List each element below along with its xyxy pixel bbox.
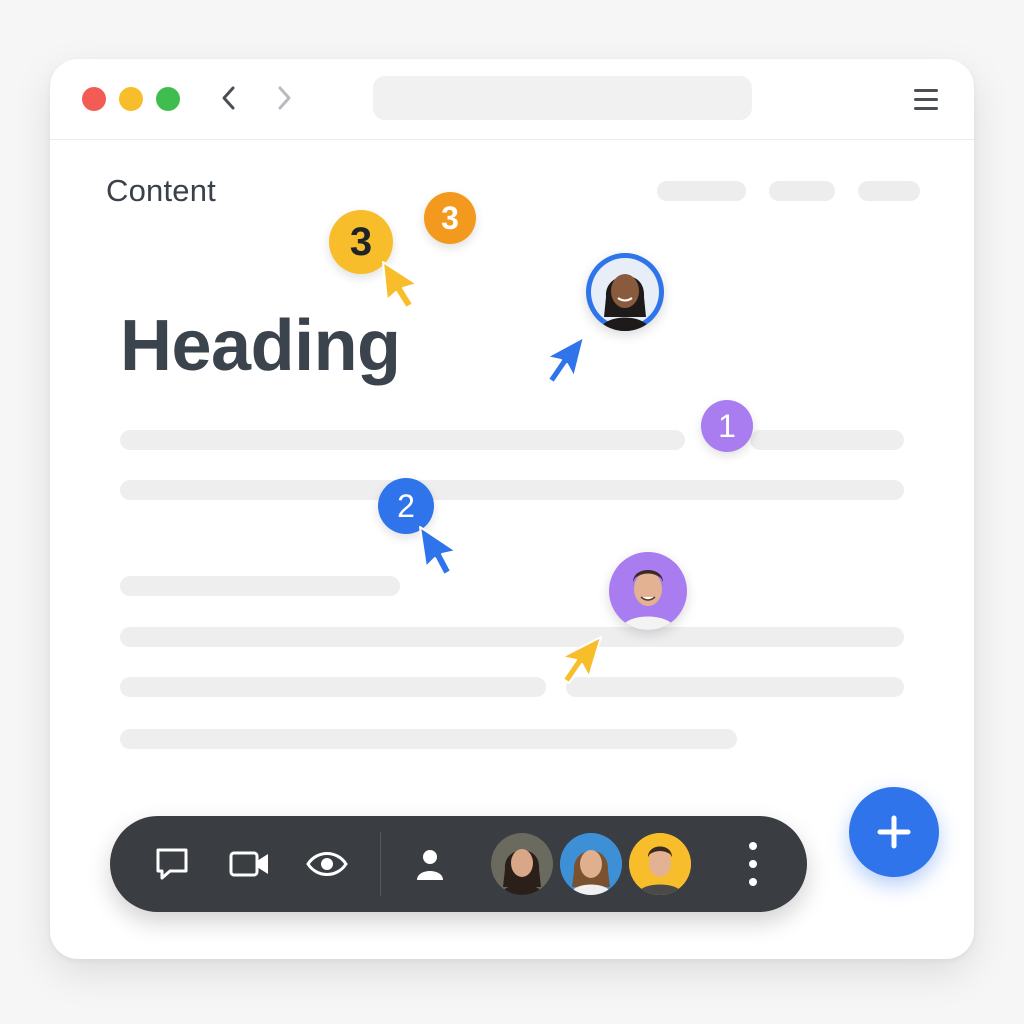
chevron-right-icon bbox=[278, 86, 291, 110]
collaborator-avatar[interactable] bbox=[609, 552, 687, 630]
maximize-window-button[interactable] bbox=[156, 87, 180, 111]
eye-icon bbox=[306, 852, 348, 876]
forward-button[interactable] bbox=[267, 81, 301, 115]
browser-window: Content Heading 3 3 1 2 bbox=[50, 59, 974, 959]
hamburger-menu-icon bbox=[914, 89, 938, 92]
nav-placeholder-3[interactable] bbox=[858, 181, 920, 201]
back-button[interactable] bbox=[212, 81, 246, 115]
chat-bubble-icon bbox=[156, 848, 188, 880]
man-avatar bbox=[614, 557, 682, 630]
participant-avatar[interactable] bbox=[629, 833, 691, 895]
more-vertical-icon bbox=[749, 842, 757, 850]
text-line bbox=[120, 729, 737, 749]
text-line bbox=[566, 677, 904, 697]
text-line bbox=[120, 576, 400, 596]
nav-placeholder-2[interactable] bbox=[769, 181, 835, 201]
text-line bbox=[120, 480, 904, 500]
pointer-cursor-icon bbox=[419, 526, 457, 576]
add-button[interactable] bbox=[849, 787, 939, 877]
page-heading: Heading bbox=[120, 306, 401, 386]
text-line bbox=[120, 677, 546, 697]
title-bar bbox=[50, 59, 974, 140]
chevron-left-icon bbox=[222, 86, 235, 110]
text-line bbox=[750, 430, 904, 450]
menu-button[interactable] bbox=[908, 83, 944, 115]
text-line bbox=[120, 430, 685, 450]
content-label: Content bbox=[106, 173, 216, 208]
participant-2 bbox=[560, 833, 622, 895]
plus-icon bbox=[877, 815, 911, 849]
participants-button[interactable] bbox=[408, 842, 452, 886]
video-camera-icon bbox=[229, 851, 268, 877]
participant-1 bbox=[491, 833, 553, 895]
minimize-window-button[interactable] bbox=[119, 87, 143, 111]
participant-avatar[interactable] bbox=[491, 833, 553, 895]
chat-button[interactable] bbox=[150, 842, 194, 886]
close-window-button[interactable] bbox=[82, 87, 106, 111]
nav-placeholder-1[interactable] bbox=[657, 181, 746, 201]
person-icon bbox=[417, 850, 443, 880]
more-options-button[interactable] bbox=[738, 840, 768, 888]
toolbar-divider bbox=[380, 832, 381, 896]
cursor-badge: 3 bbox=[424, 192, 476, 244]
collaboration-toolbar bbox=[110, 816, 807, 912]
address-bar[interactable] bbox=[373, 76, 752, 120]
pointer-cursor-icon bbox=[546, 336, 585, 384]
pointer-cursor-icon bbox=[382, 261, 418, 309]
view-button[interactable] bbox=[305, 842, 349, 886]
participant-avatar[interactable] bbox=[560, 833, 622, 895]
video-button[interactable] bbox=[228, 842, 272, 886]
pointer-cursor-icon bbox=[561, 636, 602, 684]
text-line bbox=[120, 627, 904, 647]
cursor-badge: 1 bbox=[701, 400, 753, 452]
collaborator-avatar[interactable] bbox=[586, 253, 664, 331]
woman-avatar bbox=[591, 258, 659, 331]
participant-3 bbox=[629, 833, 691, 895]
